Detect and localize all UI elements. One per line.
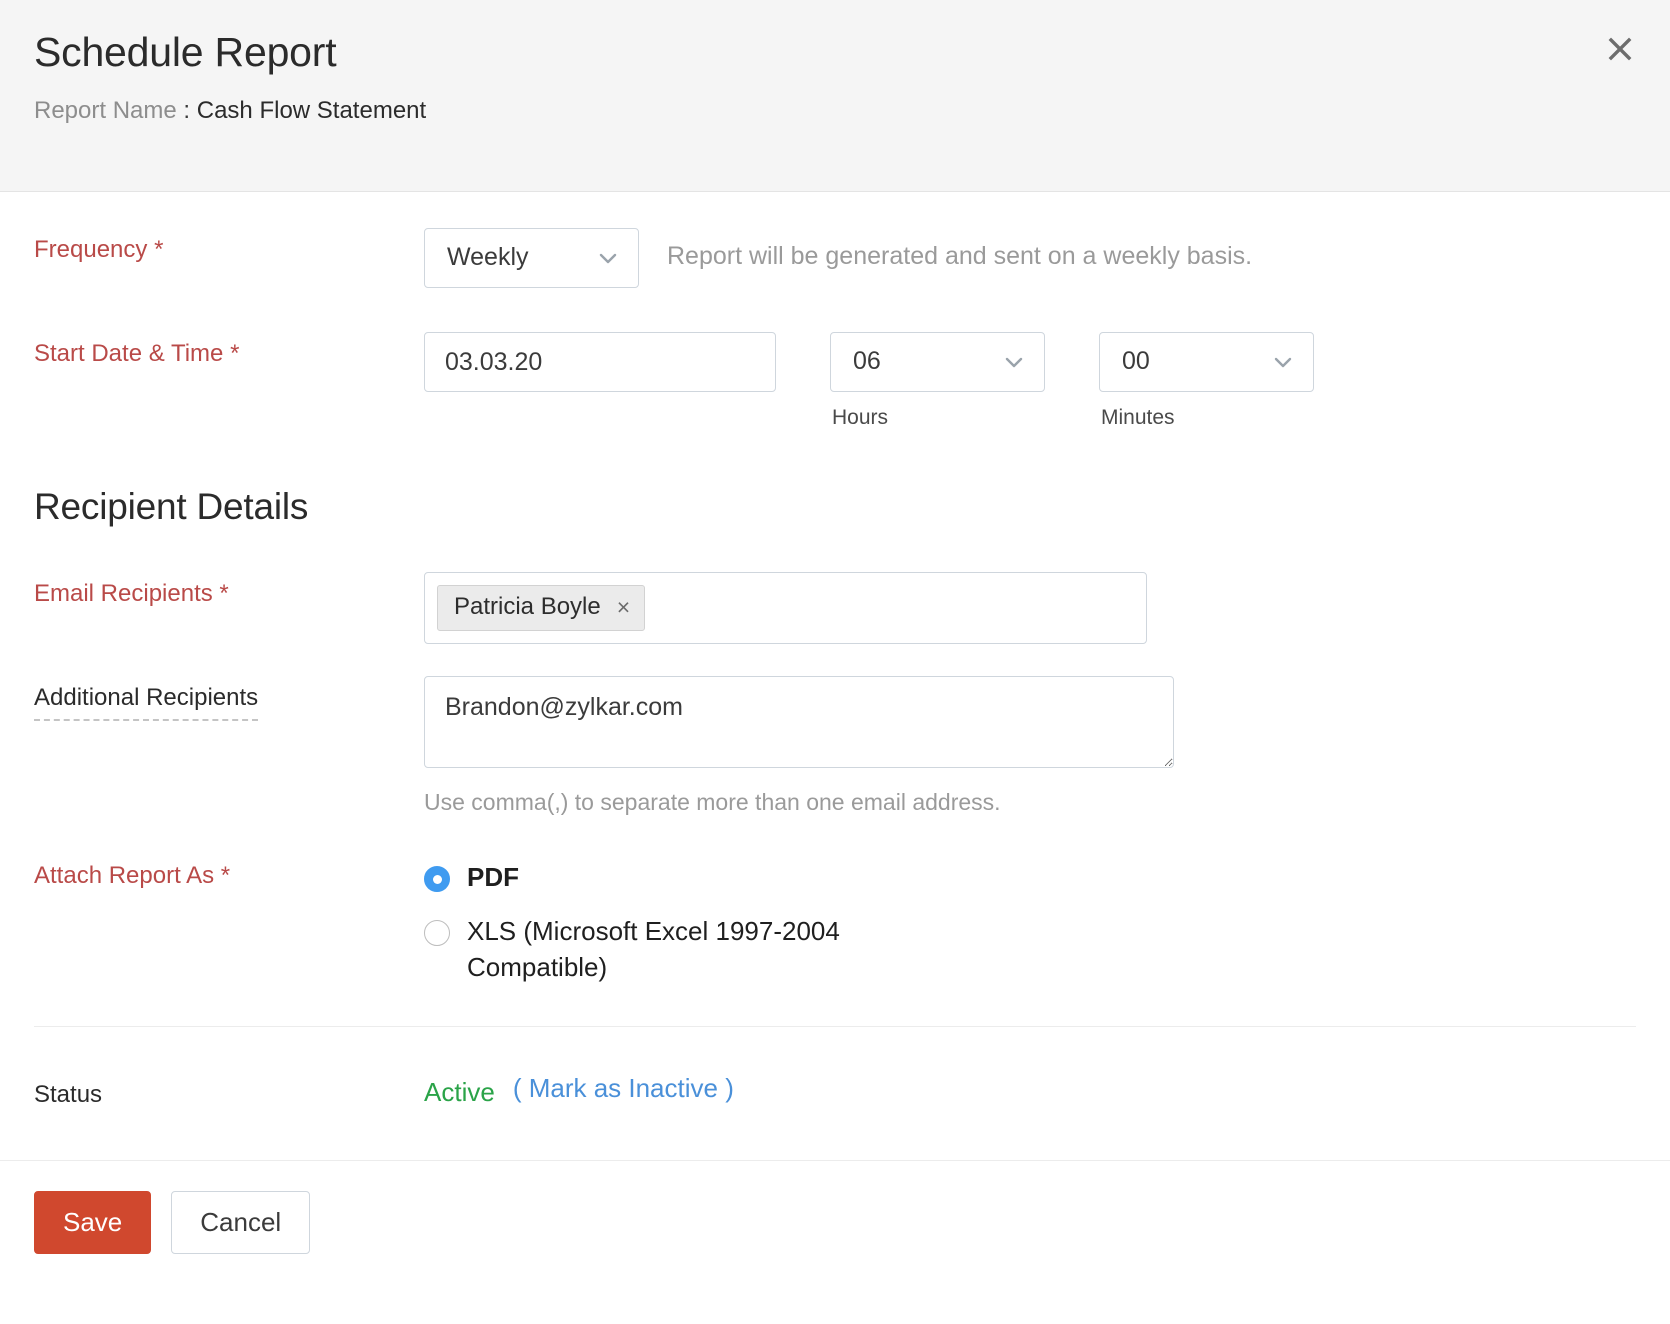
recipient-chip-label: Patricia Boyle — [454, 593, 601, 622]
schedule-report-dialog: Schedule Report Report Name : Cash Flow … — [0, 0, 1670, 1324]
dialog-body: Frequency * Weekly Report will be genera… — [0, 192, 1670, 1324]
radio-icon-unselected[interactable] — [424, 920, 450, 946]
required-asterisk: * — [221, 862, 230, 889]
status-label-cell: Status — [34, 1073, 424, 1110]
radio-option-xls[interactable]: XLS (Microsoft Excel 1997-2004 Compatibl… — [424, 914, 867, 986]
radio-label-pdf: PDF — [467, 860, 519, 896]
frequency-row: Frequency * Weekly Report will be genera… — [34, 228, 1636, 288]
required-asterisk: * — [219, 580, 228, 607]
attach-report-as-field-cell: PDF XLS (Microsoft Excel 1997-2004 Compa… — [424, 854, 1636, 986]
frequency-helper-text: Report will be generated and sent on a w… — [667, 228, 1252, 271]
email-recipients-row: Email Recipients * Patricia Boyle × — [34, 572, 1636, 644]
email-recipients-label-cell: Email Recipients * — [34, 572, 424, 609]
radio-icon-selected[interactable] — [424, 866, 450, 892]
radio-option-pdf[interactable]: PDF — [424, 860, 867, 896]
email-recipients-label: Email Recipients * — [34, 580, 229, 607]
page-title: Schedule Report — [34, 30, 1636, 75]
hours-select[interactable]: 06 — [830, 332, 1045, 392]
attach-report-as-label-cell: Attach Report As * — [34, 854, 424, 891]
attach-report-as-label-text: Attach Report As — [34, 862, 214, 889]
dialog-footer: Save Cancel — [0, 1160, 1670, 1284]
report-name-line: Report Name : Cash Flow Statement — [34, 97, 1636, 126]
minutes-select[interactable]: 00 — [1099, 332, 1314, 392]
additional-recipients-row: Additional Recipients Use comma(,) to se… — [34, 676, 1636, 816]
minutes-select-wrapper[interactable]: 00 — [1099, 332, 1314, 392]
minutes-group: 00 Minutes — [1099, 332, 1314, 430]
report-name-value: Cash Flow Statement — [197, 97, 426, 124]
status-badge: Active — [424, 1073, 495, 1108]
frequency-label-text: Frequency — [34, 236, 147, 263]
attach-format-radio-group: PDF XLS (Microsoft Excel 1997-2004 Compa… — [424, 854, 867, 986]
recipient-details-section: Recipient Details — [34, 486, 1636, 528]
frequency-select[interactable]: Weekly — [424, 228, 639, 288]
required-asterisk: * — [154, 236, 163, 263]
additional-recipients-textarea[interactable] — [424, 676, 1174, 768]
frequency-label: Frequency * — [34, 236, 163, 263]
close-icon[interactable] — [1600, 33, 1640, 73]
report-name-separator: : — [183, 97, 190, 124]
frequency-select-wrapper[interactable]: Weekly — [424, 228, 639, 288]
radio-label-xls: XLS (Microsoft Excel 1997-2004 Compatibl… — [467, 914, 867, 986]
additional-recipients-group: Use comma(,) to separate more than one e… — [424, 676, 1174, 816]
start-datetime-label-text: Start Date & Time — [34, 340, 223, 367]
attach-report-as-row: Attach Report As * PDF XLS (Microsoft Ex… — [34, 854, 1636, 986]
cancel-button[interactable]: Cancel — [171, 1191, 310, 1254]
additional-recipients-helper-text: Use comma(,) to separate more than one e… — [424, 789, 1174, 816]
recipient-chip: Patricia Boyle × — [437, 585, 645, 631]
dialog-header: Schedule Report Report Name : Cash Flow … — [0, 0, 1670, 192]
frequency-label-cell: Frequency * — [34, 228, 424, 265]
frequency-field-cell: Weekly Report will be generated and sent… — [424, 228, 1636, 288]
status-label: Status — [34, 1081, 102, 1108]
minutes-sublabel: Minutes — [1099, 406, 1314, 430]
attach-report-as-label: Attach Report As * — [34, 862, 230, 889]
report-name-label: Report Name — [34, 97, 177, 124]
email-recipients-label-text: Email Recipients — [34, 580, 213, 607]
hours-group: 06 Hours — [830, 332, 1045, 430]
start-date-group — [424, 332, 776, 392]
status-row: Status Active ( Mark as Inactive ) — [34, 1073, 1636, 1110]
start-datetime-label-cell: Start Date & Time * — [34, 332, 424, 369]
start-date-input[interactable] — [424, 332, 776, 392]
recipient-details-title: Recipient Details — [34, 486, 1636, 528]
additional-recipients-label-cell: Additional Recipients — [34, 676, 424, 721]
status-field-cell: Active ( Mark as Inactive ) — [424, 1073, 1636, 1108]
start-datetime-field-cell: 06 Hours 00 — [424, 332, 1636, 430]
hours-select-wrapper[interactable]: 06 — [830, 332, 1045, 392]
section-divider — [34, 1026, 1636, 1027]
mark-as-inactive-link[interactable]: ( Mark as Inactive ) — [513, 1073, 734, 1104]
additional-recipients-label: Additional Recipients — [34, 684, 258, 721]
remove-recipient-icon[interactable]: × — [617, 596, 630, 619]
save-button[interactable]: Save — [34, 1191, 151, 1254]
additional-recipients-field-cell: Use comma(,) to separate more than one e… — [424, 676, 1636, 816]
email-recipients-input[interactable]: Patricia Boyle × — [424, 572, 1147, 644]
email-recipients-field-cell: Patricia Boyle × — [424, 572, 1636, 644]
start-datetime-row: Start Date & Time * 06 — [34, 332, 1636, 430]
required-asterisk: * — [230, 340, 239, 367]
start-datetime-label: Start Date & Time * — [34, 340, 239, 367]
hours-sublabel: Hours — [830, 406, 1045, 430]
